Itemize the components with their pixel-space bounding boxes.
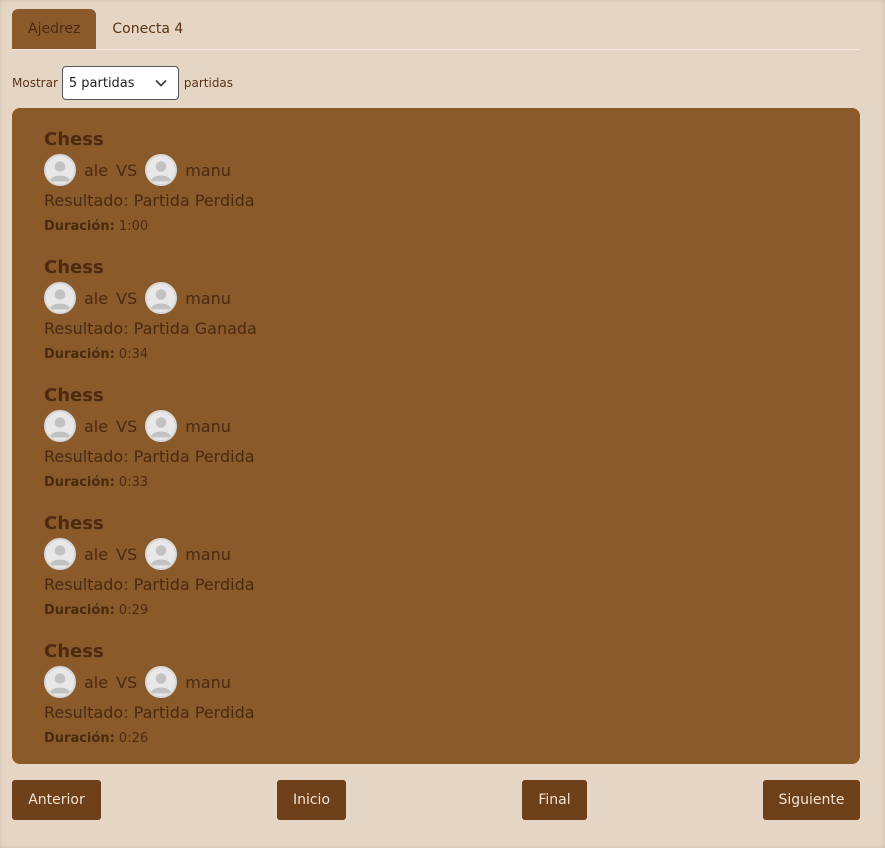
duration-label: Duración: xyxy=(44,731,115,746)
versus-label: VS xyxy=(116,672,138,692)
player-two-name: manu xyxy=(185,288,231,308)
player-one-name: ale xyxy=(84,672,109,692)
versus-label: VS xyxy=(116,416,138,436)
versus-label: VS xyxy=(116,544,138,564)
duration-label: Duración: xyxy=(44,219,115,234)
game-result: Resultado: Partida Ganada xyxy=(44,319,257,338)
show-filter: Mostrar 5 partidas partidas xyxy=(12,66,233,100)
tab-ajedrez[interactable]: Ajedrez xyxy=(12,9,97,49)
previous-page-button[interactable]: Anterior xyxy=(12,780,101,820)
first-page-button[interactable]: Inicio xyxy=(277,780,346,820)
chevron-down-icon xyxy=(155,79,167,87)
user-avatar-icon xyxy=(44,282,76,314)
player-one-name: ale xyxy=(84,416,109,436)
duration-value: 0:33 xyxy=(118,475,149,490)
player-two-name: manu xyxy=(185,544,231,564)
user-avatar-icon xyxy=(145,666,178,698)
user-avatar-icon xyxy=(44,410,76,442)
game-duration: Duración: 0:29 xyxy=(44,598,828,624)
tab-conecta-4[interactable]: Conecta 4 xyxy=(96,9,199,49)
game-title: Chess xyxy=(44,257,104,278)
game-title: Chess xyxy=(44,513,104,534)
game-result: Resultado: Partida Perdida xyxy=(44,191,255,210)
user-avatar-icon xyxy=(145,538,178,570)
game-players: ale VS manu xyxy=(44,664,828,700)
user-avatar-icon xyxy=(145,154,178,186)
player-two-name: manu xyxy=(185,416,231,436)
show-prefix-label: Mostrar xyxy=(12,76,58,90)
games-history-panel: Chess ale VS manu Resultado: Partida Perdida… xyxy=(12,108,860,764)
player-two-name: manu xyxy=(185,160,231,180)
versus-label: VS xyxy=(116,160,138,180)
show-suffix-label: partidas xyxy=(183,76,234,90)
game-entry: Chess ale VS manu Resultado: Partida Perdida… xyxy=(44,128,828,256)
duration-label: Duración: xyxy=(44,347,115,362)
game-result: Resultado: Partida Perdida xyxy=(44,575,255,594)
game-entry: Chess ale VS manu Resultado: Partida Perdida… xyxy=(44,640,828,768)
game-tabs: Ajedrez Conecta 4 xyxy=(12,9,860,50)
user-avatar-icon xyxy=(145,282,178,314)
last-page-button[interactable]: Final xyxy=(522,780,587,820)
duration-value: 1:00 xyxy=(118,219,149,234)
duration-label: Duración: xyxy=(44,603,115,618)
game-entry: Chess ale VS manu Resultado: Partida Perdida… xyxy=(44,512,828,640)
player-two-name: manu xyxy=(185,672,231,692)
user-avatar-icon xyxy=(145,410,178,442)
game-duration: Duración: 1:00 xyxy=(44,214,828,240)
next-page-button[interactable]: Siguiente xyxy=(763,780,860,820)
game-entry: Chess ale VS manu Resultado: Partida Ganada D… xyxy=(44,256,828,384)
game-players: ale VS manu xyxy=(44,152,828,188)
player-one-name: ale xyxy=(84,160,109,180)
duration-value: 0:29 xyxy=(118,603,149,618)
duration-label: Duración: xyxy=(44,475,115,490)
game-duration: Duración: 0:34 xyxy=(44,342,828,368)
game-title: Chess xyxy=(44,641,104,662)
game-result: Resultado: Partida Perdida xyxy=(44,703,255,722)
user-avatar-icon xyxy=(44,154,76,186)
versus-label: VS xyxy=(116,288,138,308)
game-players: ale VS manu xyxy=(44,536,828,572)
game-duration: Duración: 0:33 xyxy=(44,470,828,496)
player-one-name: ale xyxy=(84,288,109,308)
user-avatar-icon xyxy=(44,538,76,570)
game-title: Chess xyxy=(44,385,104,406)
game-players: ale VS manu xyxy=(44,408,828,444)
game-players: ale VS manu xyxy=(44,280,828,316)
games-count-select[interactable]: 5 partidas xyxy=(61,66,179,100)
user-avatar-icon xyxy=(44,666,76,698)
player-one-name: ale xyxy=(84,544,109,564)
game-result: Resultado: Partida Perdida xyxy=(44,447,255,466)
game-duration: Duración: 0:26 xyxy=(44,726,828,752)
game-entry: Chess ale VS manu Resultado: Partida Perdida… xyxy=(44,384,828,512)
games-count-value: 5 partidas xyxy=(68,75,135,91)
duration-value: 0:34 xyxy=(118,347,149,362)
duration-value: 0:26 xyxy=(118,731,149,746)
game-title: Chess xyxy=(44,129,104,150)
